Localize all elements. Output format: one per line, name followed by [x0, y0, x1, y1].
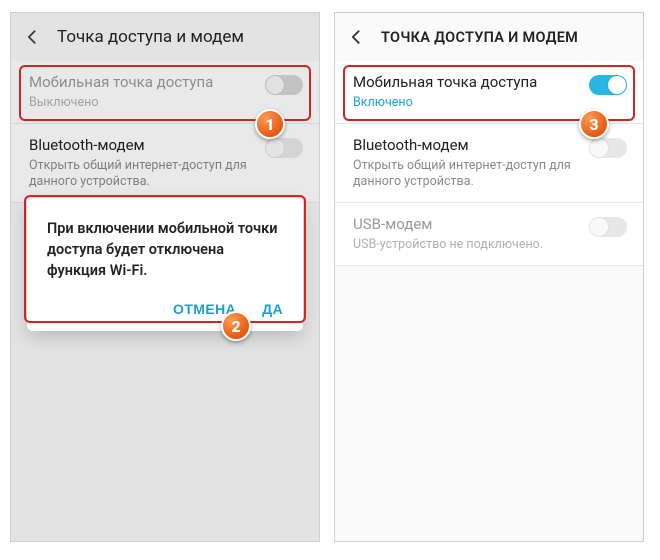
- row-subtitle: Открыть общий интернет-доступ для данног…: [353, 158, 579, 191]
- phone-screen-right: ТОЧКА ДОСТУПА И МОДЕМ Мобильная точка до…: [334, 12, 644, 542]
- toggle-usb[interactable]: [589, 217, 627, 237]
- row-subtitle: Включено: [353, 95, 579, 111]
- step-badge-2: 2: [221, 311, 251, 341]
- dialog-message: При включении мобильной точки доступа бу…: [47, 218, 283, 281]
- row-subtitle: USB-устройство не подключено.: [353, 237, 579, 253]
- toggle-hotspot[interactable]: [589, 75, 627, 95]
- row-title: USB-модем: [353, 215, 579, 234]
- row-title: Мобильная точка доступа: [353, 73, 579, 92]
- phone-screen-left: Точка доступа и модем Мобильная точка до…: [10, 12, 320, 542]
- toggle-bluetooth[interactable]: [589, 138, 627, 158]
- back-icon[interactable]: [347, 27, 367, 47]
- step-badge-3: 3: [579, 109, 609, 139]
- settings-list: Мобильная точка доступа Включено Bluetoo…: [335, 61, 643, 266]
- ok-button[interactable]: ДА: [262, 301, 283, 317]
- step-badge-1: 1: [255, 109, 285, 139]
- row-title: Bluetooth-модем: [353, 136, 579, 155]
- appbar: ТОЧКА ДОСТУПА И МОДЕМ: [335, 13, 643, 61]
- appbar-title: ТОЧКА ДОСТУПА И МОДЕМ: [381, 29, 578, 46]
- row-usb-tether[interactable]: USB-модем USB-устройство не подключено.: [335, 203, 643, 266]
- confirm-dialog: При включении мобильной точки доступа бу…: [27, 198, 303, 331]
